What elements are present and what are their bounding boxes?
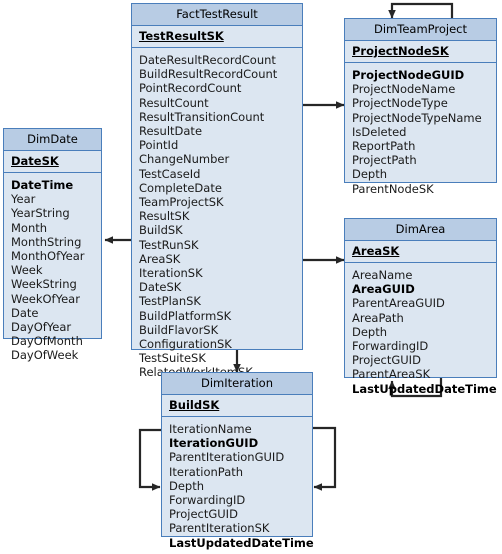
field: MonthString <box>11 234 82 249</box>
field: DayOfYear <box>11 320 72 335</box>
field: ResultCount <box>139 95 209 110</box>
field: ProjectGUID <box>352 353 421 368</box>
field: ProjectNodeName <box>352 82 456 97</box>
field: LastUpdatedDateTime <box>352 381 497 396</box>
field: PointId <box>139 138 179 153</box>
primary-key-dim-date: DateSK <box>4 151 101 173</box>
field-list-dim-date: DateTime Year YearString Month MonthStri… <box>4 173 101 367</box>
field: ProjectPath <box>352 153 417 168</box>
field: ReportPath <box>352 139 416 154</box>
field: IterationGUID <box>169 436 259 451</box>
field: TestSuiteSK <box>139 351 206 366</box>
entity-fact-test-result[interactable]: FactTestResult TestResultSK DateResultRe… <box>131 3 303 379</box>
entity-dim-area[interactable]: DimArea AreaSK AreaName AreaGUID ParentA… <box>344 218 497 396</box>
field: ResultDate <box>139 124 203 139</box>
field: IterationName <box>169 422 252 436</box>
field: BuildSK <box>139 223 183 238</box>
field: Month <box>11 220 48 235</box>
entity-title-fact-test-result: FactTestResult <box>132 4 302 26</box>
primary-key-dim-area: AreaSK <box>345 241 496 263</box>
field: ChangeNumber <box>139 152 230 167</box>
field: Depth <box>169 478 205 493</box>
field: ProjectNodeType <box>352 96 448 111</box>
field: DayOfWeek <box>11 348 79 363</box>
field: ForwardingID <box>352 339 429 354</box>
field: AreaSK <box>139 251 181 266</box>
entity-title-dim-area: DimArea <box>345 219 496 241</box>
field: ProjectNodeGUID <box>352 68 465 82</box>
field: Date <box>11 305 39 320</box>
field: ConfigurationSK <box>139 337 232 352</box>
entity-title-dim-iteration: DimIteration <box>162 373 312 395</box>
primary-key-dim-team-project: ProjectNodeSK <box>345 41 496 63</box>
connector-iteration-self-right <box>311 426 337 491</box>
field: IsDeleted <box>352 124 407 139</box>
field: ParentIterationGUID <box>169 450 285 465</box>
field: ResultSK <box>139 209 190 224</box>
field: TestRunSK <box>139 237 199 252</box>
field: YearString <box>11 206 70 221</box>
field: IterationSK <box>139 266 203 281</box>
field-list-dim-iteration: IterationName IterationGUID ParentIterat… <box>162 417 314 554</box>
field-list-dim-team-project: ProjectNodeGUID ProjectNodeName ProjectN… <box>345 63 496 200</box>
schema-diagram-canvas: FactTestResult TestResultSK DateResultRe… <box>0 0 502 550</box>
entity-title-dim-team-project: DimTeamProject <box>345 19 496 41</box>
field: ResultTransitionCount <box>139 109 265 124</box>
field: ParentIterationSK <box>169 521 270 536</box>
field: ProjectNodeTypeName <box>352 110 482 125</box>
field-list-dim-area: AreaName AreaGUID ParentAreaGUID AreaPat… <box>345 263 497 400</box>
field: TeamProjectSK <box>139 195 224 210</box>
entity-dim-date[interactable]: DimDate DateSK DateTime Year YearString … <box>3 128 102 362</box>
field: ParentNodeSK <box>352 181 434 196</box>
primary-key-dim-iteration: BuildSK <box>162 395 312 417</box>
entity-dim-team-project[interactable]: DimTeamProject ProjectNodeSK ProjectNode… <box>344 18 497 196</box>
field: Depth <box>352 324 388 339</box>
field-list-fact-test-result: DateResultRecordCount BuildResultRecordC… <box>132 48 302 384</box>
entity-dim-iteration[interactable]: DimIteration BuildSK IterationName Itera… <box>161 372 314 550</box>
field: DateTime <box>11 178 74 192</box>
field: BuildResultRecordCount <box>139 67 278 82</box>
field: AreaPath <box>352 310 404 325</box>
field: AreaName <box>352 268 413 282</box>
field: LastUpdatedDateTime <box>169 535 314 550</box>
field: MonthOfYear <box>11 249 85 264</box>
field: BuildFlavorSK <box>139 322 219 337</box>
field: CompleteDate <box>139 180 222 195</box>
field: TestCaseId <box>139 166 201 181</box>
field: DateSK <box>139 280 182 295</box>
primary-key-fact-test-result: TestResultSK <box>132 26 302 48</box>
field: ForwardingID <box>169 493 246 508</box>
field: DayOfMonth <box>11 334 83 349</box>
connector-iteration-self-left <box>138 428 163 491</box>
field: WeekString <box>11 277 77 292</box>
field: Week <box>11 263 43 278</box>
entity-title-dim-date: DimDate <box>4 129 101 151</box>
field: ParentAreaGUID <box>352 296 445 311</box>
field: DateResultRecordCount <box>139 53 276 67</box>
field: ProjectGUID <box>169 507 238 522</box>
field: Depth <box>352 167 388 182</box>
field: TestPlanSK <box>139 294 201 309</box>
field: WeekOfYear <box>11 291 80 306</box>
field: IterationPath <box>169 464 244 479</box>
field: PointRecordCount <box>139 81 242 96</box>
field: ParentAreaSK <box>352 367 431 382</box>
field: AreaGUID <box>352 282 415 297</box>
field: BuildPlatformSK <box>139 308 232 323</box>
field: Year <box>11 192 36 207</box>
